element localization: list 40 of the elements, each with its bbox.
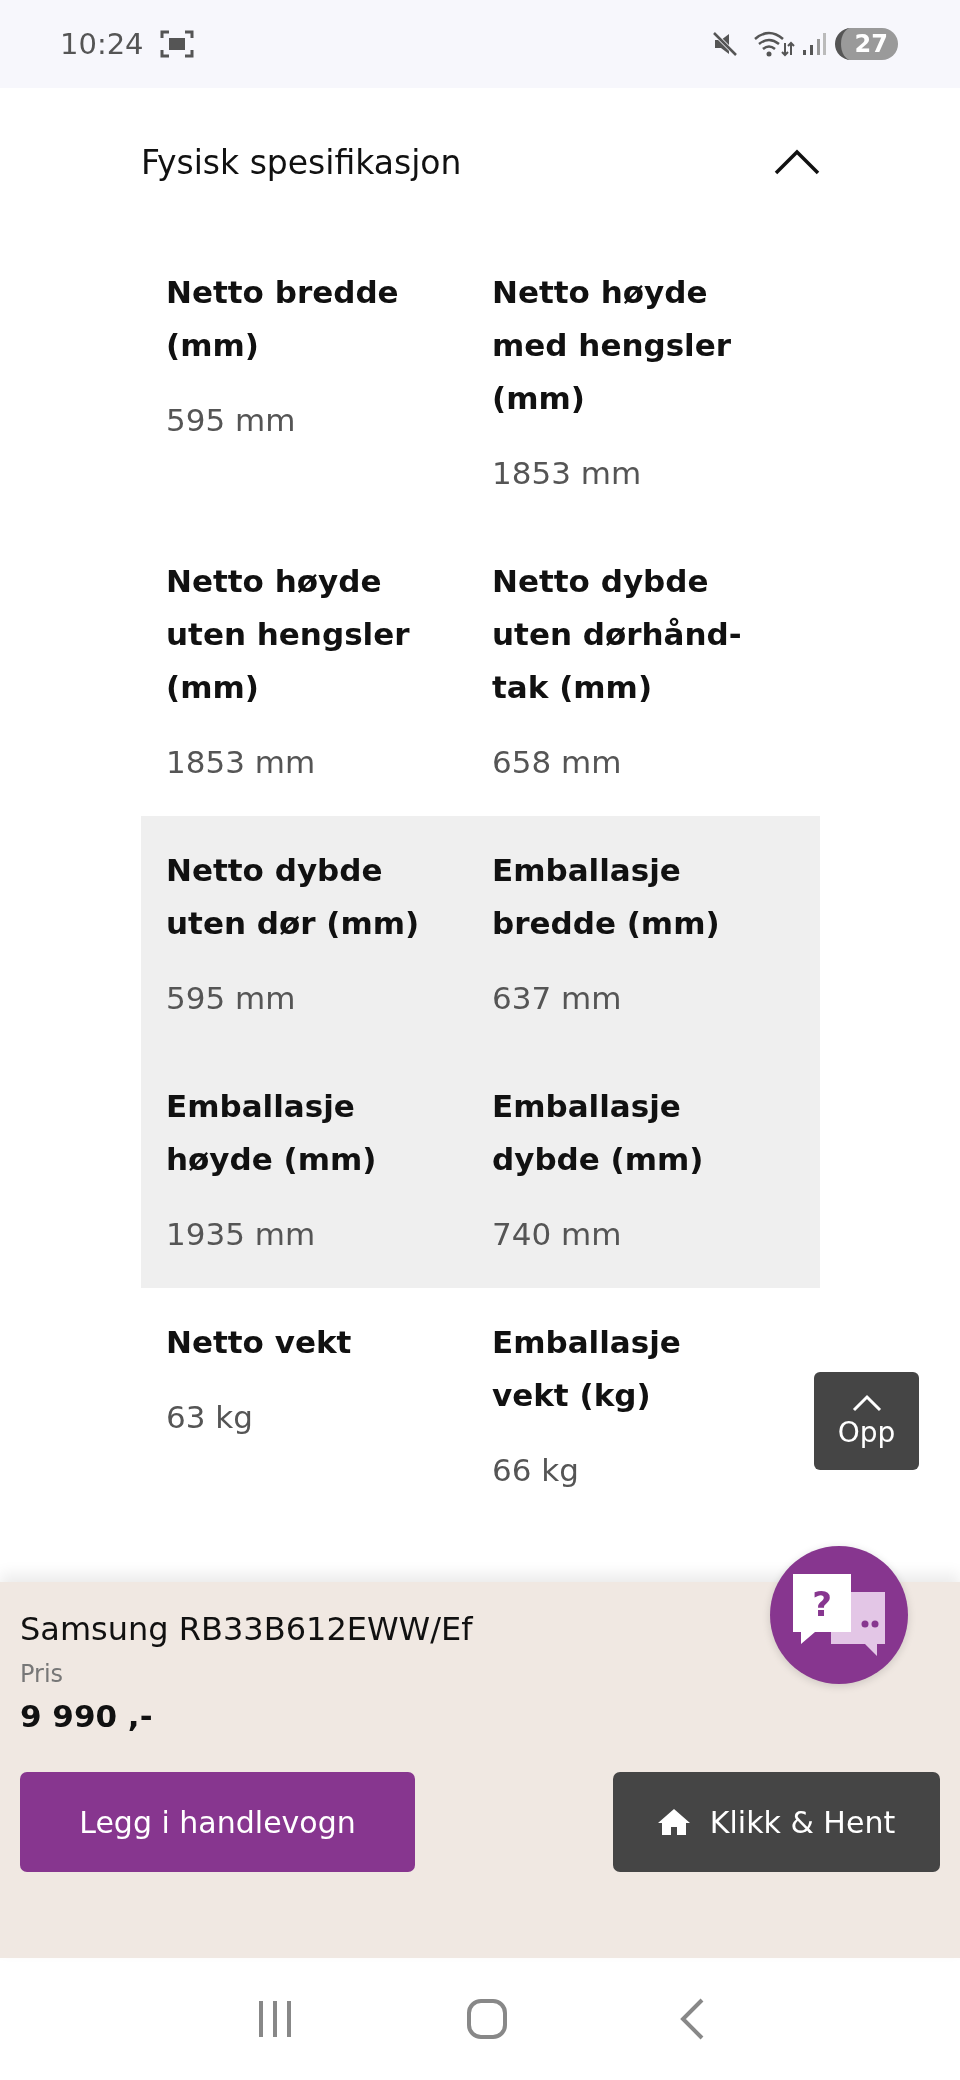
- spec-value: 66 kg: [492, 1451, 579, 1490]
- price: 9 990 ,-: [20, 1698, 154, 1734]
- spec-label: Netto høyde uten hengsler (mm): [166, 562, 411, 707]
- signal-icon: [800, 31, 827, 57]
- spec-label: Netto dybde uten dørhånd-tak (mm): [492, 562, 743, 707]
- spec-label: Emballasje høyde (mm): [166, 1087, 378, 1179]
- spec-value: 595 mm: [166, 979, 296, 1018]
- spec-label: Netto vekt: [166, 1323, 353, 1362]
- spec-value: 63 kg: [166, 1398, 253, 1437]
- chat-bubbles-icon: [793, 1574, 885, 1656]
- chevron-up-icon: [851, 1393, 882, 1412]
- back-icon[interactable]: [678, 1998, 705, 2040]
- spec-label: Netto høyde med hengsler (mm): [492, 273, 733, 418]
- chevron-up-icon[interactable]: [774, 149, 820, 175]
- wifi-icon: [752, 29, 795, 59]
- price-label: Pris: [20, 1660, 65, 1688]
- spec-value: 1935 mm: [166, 1215, 316, 1254]
- spec-label: Netto dybde uten dør (mm): [166, 851, 421, 943]
- mute-icon: [710, 30, 739, 58]
- home-icon[interactable]: [466, 1998, 508, 2040]
- question-mark: ?: [812, 1584, 832, 1624]
- spec-value: 1853 mm: [492, 454, 642, 493]
- spec-value: 595 mm: [166, 401, 296, 440]
- battery-level: 27: [834, 28, 898, 60]
- pickup-button[interactable]: Klikk & Hent: [613, 1772, 940, 1872]
- spec-label: Emballasje dybde (mm): [492, 1087, 705, 1179]
- spec-label: Netto bredde (mm): [166, 273, 400, 365]
- product-name: Samsung RB33B612EWW/Ef: [20, 1610, 474, 1648]
- section-title: Fysisk spesifikasjon: [141, 142, 462, 182]
- spec-label: Emballasje vekt (kg): [492, 1323, 682, 1415]
- add-to-cart-button[interactable]: Legg i handlevogn: [20, 1772, 415, 1872]
- spec-value: 740 mm: [492, 1215, 622, 1254]
- clock-time: 10:24: [60, 27, 144, 61]
- spec-label: Emballasje bredde (mm): [492, 851, 721, 943]
- spec-value: 637 mm: [492, 979, 622, 1018]
- spec-value: 1853 mm: [166, 743, 316, 782]
- spec-value: 658 mm: [492, 743, 622, 782]
- screenshot-icon: [159, 29, 194, 59]
- scroll-top-button[interactable]: Opp: [814, 1372, 919, 1470]
- house-icon: [657, 1808, 690, 1836]
